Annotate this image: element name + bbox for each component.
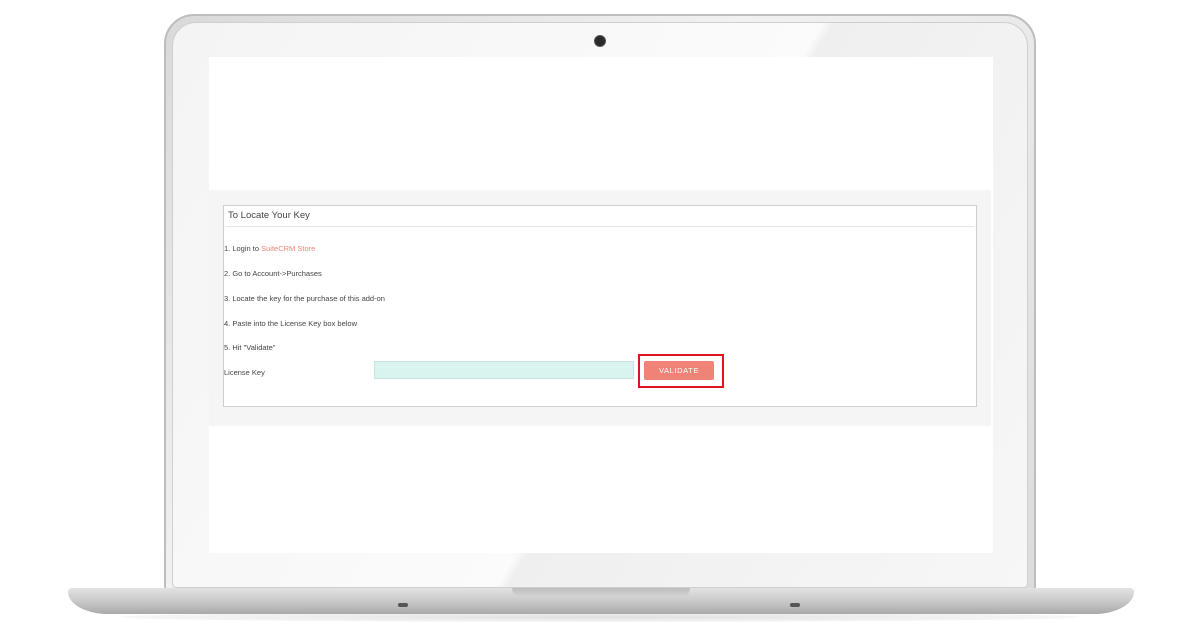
validate-highlight-box [638, 354, 724, 388]
locate-key-panel: To Locate Your Key 1. Login to SuiteCRM … [223, 205, 977, 407]
suitecrm-store-link[interactable]: SuiteCRM Store [261, 244, 315, 253]
panel-title: To Locate Your Key [228, 210, 310, 221]
laptop-foot-left [398, 603, 408, 607]
step-4: 4. Paste into the License Key box below [224, 319, 358, 328]
license-key-input[interactable] [374, 361, 634, 379]
step-3: 3. Locate the key for the purchase of th… [224, 294, 385, 303]
panel-divider [225, 226, 975, 227]
laptop-foot-right [790, 603, 800, 607]
step-1: 1. Login to SuiteCRM Store [224, 244, 315, 253]
step-1-text: 1. Login to [224, 244, 262, 253]
step-2: 2. Go to Account->Purchases [224, 269, 322, 278]
laptop-screen: To Locate Your Key 1. Login to SuiteCRM … [209, 57, 993, 553]
camera-icon [594, 35, 606, 47]
step-5: 5. Hit "Validate" [224, 343, 276, 352]
license-key-label: License Key [224, 368, 265, 377]
laptop-hinge-notch [512, 588, 690, 597]
